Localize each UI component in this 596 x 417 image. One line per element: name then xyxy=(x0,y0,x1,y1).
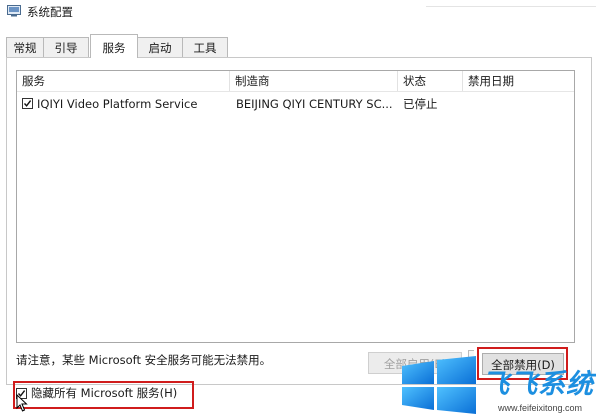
watermark-brand: 飞飞系统 xyxy=(482,369,594,400)
title-bar: 系统配置 xyxy=(0,0,596,28)
service-checkbox[interactable] xyxy=(22,98,33,109)
site-watermark: 飞飞系统 www.feifeixitong.com xyxy=(398,352,596,417)
column-header-service[interactable]: 服务 xyxy=(17,71,229,91)
service-name: IQIYI Video Platform Service xyxy=(37,97,198,111)
tab-tools[interactable]: 工具 xyxy=(182,37,228,57)
service-status: 已停止 xyxy=(403,97,438,111)
column-header-status[interactable]: 状态 xyxy=(398,71,462,91)
service-manufacturer: BEIJING QIYI CENTURY SC... xyxy=(236,97,393,111)
tab-general[interactable]: 常规 xyxy=(6,37,44,57)
column-header-manufacturer[interactable]: 制造商 xyxy=(230,71,397,91)
column-header-disabled-date[interactable]: 禁用日期 xyxy=(463,71,575,91)
security-note: 请注意，某些 Microsoft 安全服务可能无法禁用。 xyxy=(16,353,272,367)
window-title: 系统配置 xyxy=(27,5,73,19)
tab-startup[interactable]: 启动 xyxy=(137,37,183,57)
windows-logo-icon xyxy=(402,356,476,414)
table-row[interactable]: IQIYI Video Platform Service BEIJING QIY… xyxy=(17,94,574,114)
title-buttons-area xyxy=(426,0,596,7)
services-list[interactable]: 服务 制造商 状态 禁用日期 IQIYI Video Platform Serv… xyxy=(16,70,575,343)
hide-ms-highlight xyxy=(13,381,194,409)
checkmark-icon xyxy=(23,100,32,107)
watermark-url: www.feifeixitong.com xyxy=(498,403,583,413)
system-config-icon xyxy=(7,5,21,17)
tab-boot[interactable]: 引导 xyxy=(43,37,89,57)
tab-services[interactable]: 服务 xyxy=(90,34,138,58)
list-header: 服务 制造商 状态 禁用日期 xyxy=(17,71,574,92)
service-disabled-date xyxy=(468,94,568,114)
mouse-cursor-icon xyxy=(16,393,28,415)
